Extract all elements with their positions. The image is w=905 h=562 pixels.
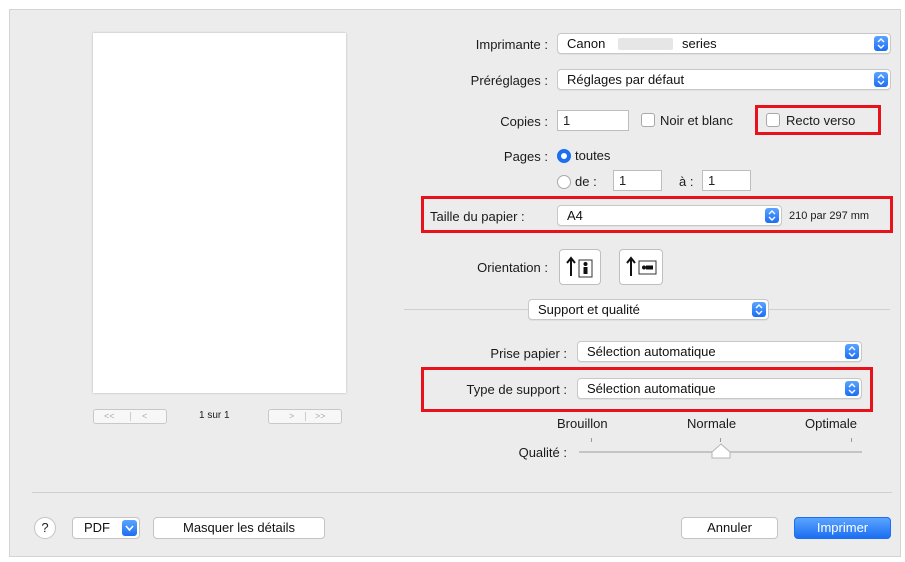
slider-tick bbox=[720, 438, 721, 442]
copies-input[interactable]: 1 bbox=[557, 110, 629, 131]
quality-draft-label: Brouillon bbox=[557, 416, 608, 431]
section-select[interactable]: Support et qualité bbox=[528, 299, 769, 320]
chevron-updown-icon bbox=[845, 344, 859, 359]
pages-to-label: à : bbox=[679, 174, 694, 189]
quality-slider[interactable] bbox=[579, 436, 862, 460]
chevron-updown-icon bbox=[752, 302, 766, 317]
pages-all-radio[interactable] bbox=[557, 149, 571, 163]
pages-range-radio[interactable] bbox=[557, 175, 571, 189]
pdf-button[interactable]: PDF bbox=[72, 517, 140, 539]
printer-label: Imprimante : bbox=[475, 37, 548, 52]
paper-source-label: Prise papier : bbox=[490, 346, 567, 361]
first-page-button[interactable]: << bbox=[104, 410, 115, 423]
presets-select[interactable]: Réglages par défaut bbox=[557, 69, 891, 90]
presets-value: Réglages par défaut bbox=[567, 72, 685, 87]
chevron-updown-icon bbox=[874, 72, 888, 87]
presets-label: Préréglages : bbox=[470, 73, 548, 88]
next-page-button[interactable]: > bbox=[289, 410, 294, 423]
bw-label: Noir et blanc bbox=[660, 113, 733, 128]
pages-from-input[interactable]: 1 bbox=[613, 170, 662, 191]
quality-normal-label: Normale bbox=[687, 416, 737, 431]
pages-label: Pages : bbox=[503, 149, 548, 164]
quality-label: Qualité : bbox=[518, 445, 567, 460]
printer-name-suffix: series bbox=[682, 36, 717, 51]
copies-label: Copies : bbox=[500, 114, 548, 129]
pages-from-label: de : bbox=[575, 174, 597, 189]
nav-divider bbox=[305, 412, 306, 421]
help-button[interactable]: ? bbox=[34, 517, 56, 539]
slider-tick bbox=[851, 438, 852, 442]
chevron-updown-icon bbox=[874, 36, 888, 51]
page-indicator: 1 sur 1 bbox=[199, 410, 230, 421]
printer-name-prefix: Canon bbox=[567, 36, 606, 51]
pages-to-input[interactable]: 1 bbox=[702, 170, 751, 191]
landscape-orientation-button[interactable] bbox=[619, 249, 663, 285]
duplex-highlight bbox=[755, 105, 881, 135]
portrait-orientation-icon bbox=[566, 256, 593, 278]
printer-model-redacted bbox=[618, 38, 673, 50]
preview-nav-back-group: << < bbox=[93, 409, 167, 424]
last-page-button[interactable]: >> bbox=[315, 410, 326, 423]
hide-details-button[interactable]: Masquer les détails bbox=[153, 517, 325, 539]
printer-select[interactable]: Canon series bbox=[557, 33, 891, 54]
quality-best-label: Optimale bbox=[805, 416, 858, 431]
nav-divider bbox=[130, 412, 131, 421]
help-icon: ? bbox=[41, 520, 49, 535]
pdf-label: PDF bbox=[84, 520, 110, 535]
media-type-highlight bbox=[421, 367, 873, 412]
landscape-orientation-icon bbox=[626, 256, 657, 276]
chevron-down-icon bbox=[122, 520, 137, 536]
footer-separator bbox=[32, 492, 892, 493]
portrait-orientation-button[interactable] bbox=[559, 249, 601, 285]
section-value: Support et qualité bbox=[538, 302, 640, 317]
paper-source-select[interactable]: Sélection automatique bbox=[577, 341, 862, 362]
print-button[interactable]: Imprimer bbox=[794, 517, 891, 539]
paper-source-value: Sélection automatique bbox=[587, 344, 716, 359]
radio-dot bbox=[561, 153, 567, 159]
slider-tick bbox=[591, 438, 592, 442]
prev-page-button[interactable]: < bbox=[142, 410, 147, 423]
orientation-label: Orientation : bbox=[477, 260, 548, 275]
pages-all-label: toutes bbox=[575, 148, 611, 163]
cancel-button[interactable]: Annuler bbox=[681, 517, 778, 539]
bw-checkbox[interactable] bbox=[641, 113, 655, 127]
page-preview bbox=[93, 33, 346, 393]
preview-nav-forward-group: > >> bbox=[268, 409, 342, 424]
paper-size-highlight bbox=[421, 196, 893, 233]
